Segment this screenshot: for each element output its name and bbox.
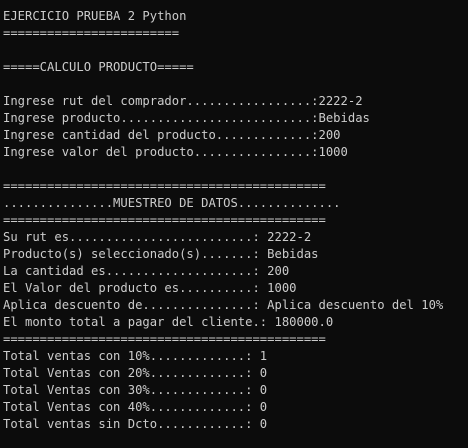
- console-line: Total ventas sin Dcto............: 0: [3, 417, 268, 431]
- console-line: ========================================…: [3, 213, 326, 227]
- console-line: ========================: [3, 26, 180, 40]
- console-line: Ingrese rut del comprador...............…: [3, 94, 363, 108]
- console-line: Ingrese cantidad del producto...........…: [3, 128, 341, 142]
- console-line: El monto total a pagar del cliente.: 180…: [3, 315, 334, 329]
- console-line: Producto(s) seleccionado(s).......: Bebi…: [3, 247, 319, 261]
- console-line: Ingrese producto........................…: [3, 111, 370, 125]
- console-line: Ingrese valor del producto..............…: [3, 145, 348, 159]
- console-line: ========================================…: [3, 179, 326, 193]
- console-line: EJERCICIO PRUEBA 2 Python: [3, 9, 187, 23]
- console-line: =====CALCULO PRODUCTO=====: [3, 60, 194, 74]
- console-line: Total Ventas con 40%.............: 0: [3, 400, 268, 414]
- console-line: Total Ventas con 30%.............: 0: [3, 383, 268, 397]
- console-line: ========================================…: [3, 332, 326, 346]
- console-line: ...............MUESTREO DE DATOS........…: [3, 196, 341, 210]
- console-line: El Valor del producto es..........: 1000: [3, 281, 297, 295]
- console-output[interactable]: EJERCICIO PRUEBA 2 Python ==============…: [0, 0, 468, 448]
- console-line: Aplica descuento de...............: Apli…: [3, 298, 444, 312]
- console-line: Total ventas con 10%.............: 1: [3, 349, 268, 363]
- console-line: Su rut es.........................: 2222…: [3, 230, 312, 244]
- console-line: La cantidad es....................: 200: [3, 264, 290, 278]
- console-line: Total Ventas con 20%.............: 0: [3, 366, 268, 380]
